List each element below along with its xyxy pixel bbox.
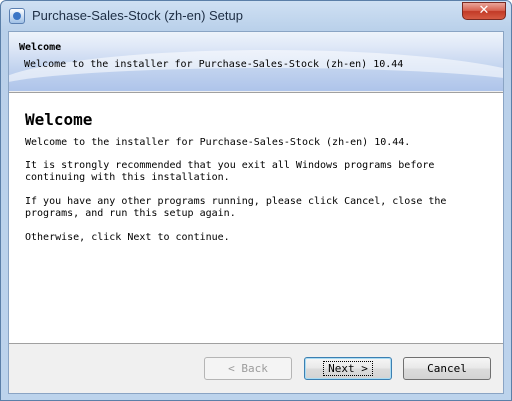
next-button[interactable]: Next > xyxy=(304,357,392,380)
back-button[interactable]: < Back xyxy=(204,357,292,380)
continue-instruction-text: Otherwise, click Next to continue. xyxy=(25,232,230,243)
wizard-body: Welcome Welcome to the installer for Pur… xyxy=(9,93,503,344)
header-decoration xyxy=(9,50,503,91)
close-icon: ✕ xyxy=(478,3,490,18)
header-subtitle: Welcome to the installer for Purchase-Sa… xyxy=(24,59,404,70)
header-title: Welcome xyxy=(19,42,62,53)
welcome-text: Welcome to the installer for Purchase-Sa… xyxy=(25,137,411,148)
page-title: Welcome xyxy=(25,110,93,129)
cancel-instruction-text: If you have any other programs running, … xyxy=(25,196,447,219)
exit-programs-text: It is strongly recommended that you exit… xyxy=(25,160,435,183)
back-button-label: < Back xyxy=(228,362,268,375)
cancel-button-label: Cancel xyxy=(427,362,467,375)
next-button-label: Next > xyxy=(323,361,373,376)
cancel-button[interactable]: Cancel xyxy=(403,357,491,380)
installer-icon xyxy=(9,8,25,24)
window-title: Purchase-Sales-Stock (zh-en) Setup xyxy=(32,8,243,23)
setup-window: Purchase-Sales-Stock (zh-en) Setup ✕ Wel… xyxy=(0,0,512,401)
wizard-client-area: Welcome Welcome to the installer for Pur… xyxy=(8,31,504,394)
wizard-header: Welcome Welcome to the installer for Pur… xyxy=(9,32,503,91)
title-bar[interactable]: Purchase-Sales-Stock (zh-en) Setup ✕ xyxy=(1,1,511,31)
close-button[interactable]: ✕ xyxy=(462,2,506,20)
